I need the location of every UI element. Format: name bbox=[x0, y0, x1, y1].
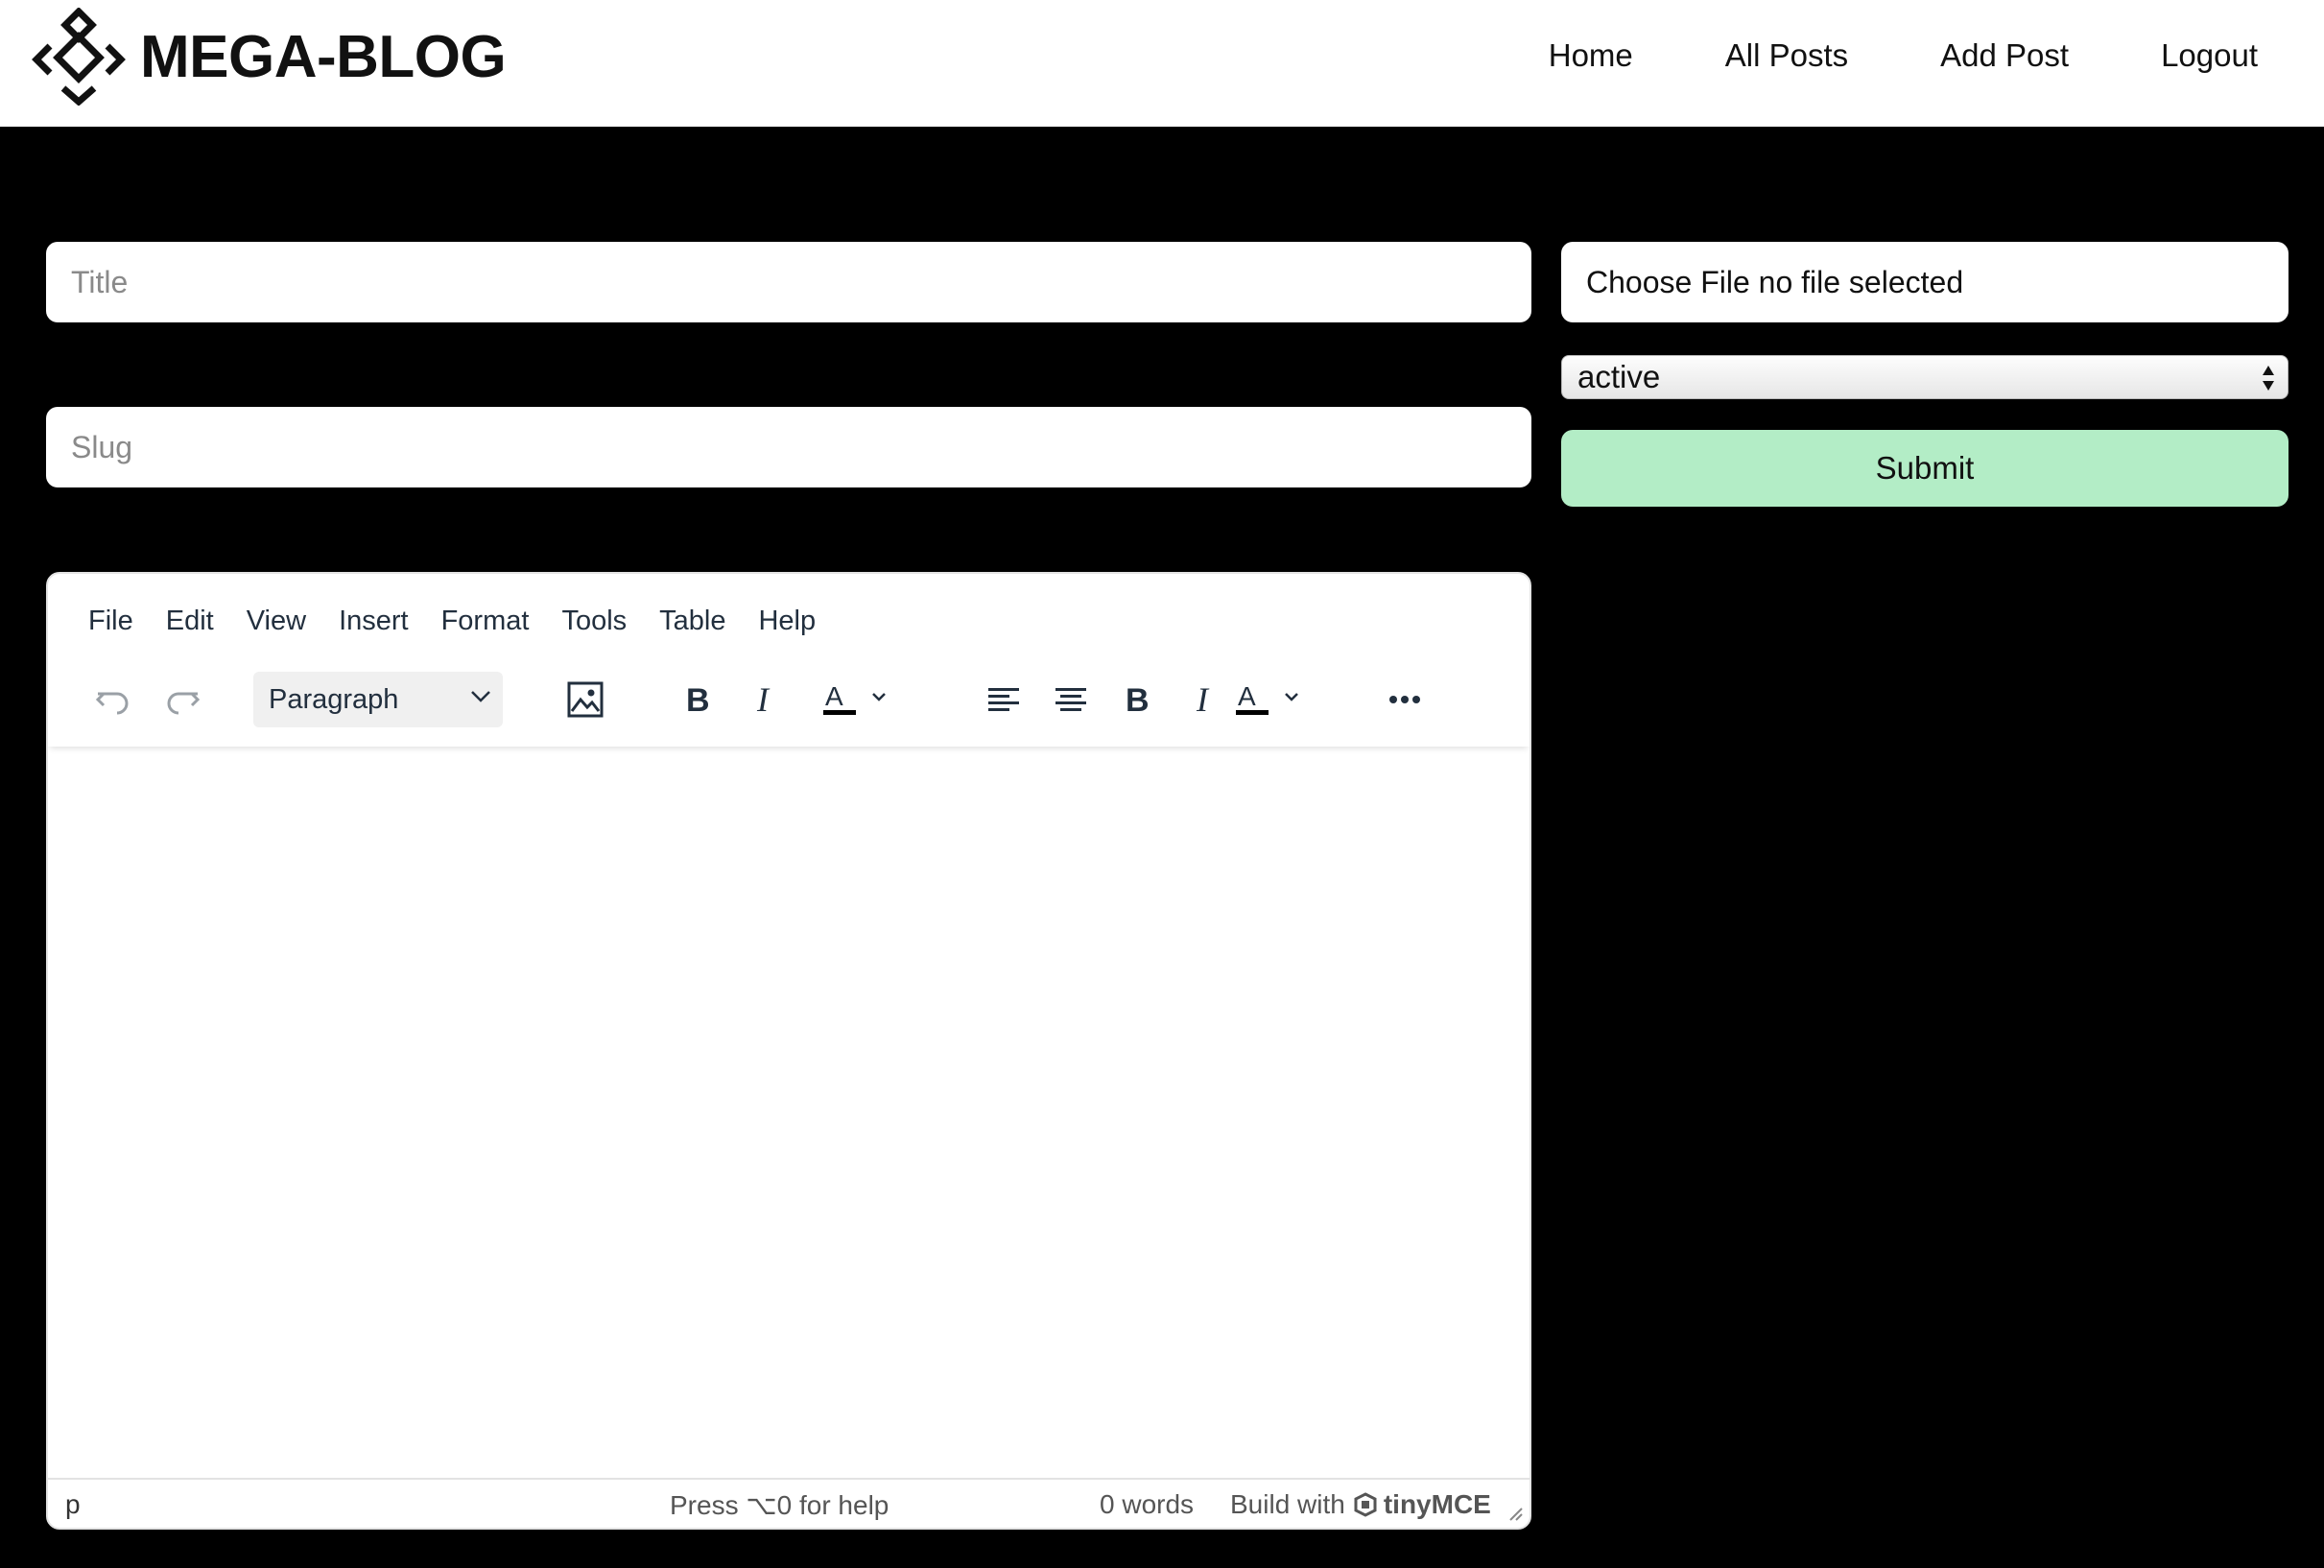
title-input[interactable] bbox=[71, 264, 1531, 300]
block-format-select[interactable]: Paragraph bbox=[253, 672, 503, 727]
submit-button[interactable]: Submit bbox=[1561, 430, 2288, 507]
svg-text:A: A bbox=[825, 681, 843, 711]
italic-icon: I bbox=[756, 682, 771, 717]
file-input-label: Choose File no file selected bbox=[1586, 264, 1964, 299]
text-color-button-2[interactable]: A bbox=[1219, 668, 1318, 731]
file-input[interactable]: Choose File no file selected bbox=[1561, 242, 2288, 322]
nav-add-post[interactable]: Add Post bbox=[1940, 37, 2069, 74]
svg-text:I: I bbox=[1196, 682, 1210, 717]
word-count[interactable]: 0 words bbox=[1100, 1489, 1194, 1520]
align-center-icon bbox=[1055, 688, 1086, 711]
align-left-button[interactable] bbox=[973, 668, 1034, 731]
slug-input[interactable] bbox=[71, 429, 1531, 465]
logo-text: MEGA-BLOG bbox=[140, 23, 507, 90]
nav-logout[interactable]: Logout bbox=[2161, 37, 2258, 74]
status-select-value: active bbox=[1577, 359, 1661, 394]
bold-icon: B bbox=[686, 682, 710, 717]
tinymce-branding[interactable]: Build with tinyMCE bbox=[1230, 1489, 1491, 1520]
menu-help[interactable]: Help bbox=[758, 606, 816, 637]
italic-icon: I bbox=[1196, 682, 1210, 717]
redo-button[interactable] bbox=[152, 668, 213, 731]
align-left-icon bbox=[988, 688, 1019, 711]
undo-button[interactable] bbox=[83, 668, 144, 731]
svg-text:B: B bbox=[686, 682, 710, 717]
nav-all-posts[interactable]: All Posts bbox=[1725, 37, 1848, 74]
text-color-button[interactable]: A bbox=[806, 668, 906, 731]
insert-image-button[interactable] bbox=[555, 668, 616, 731]
menu-insert[interactable]: Insert bbox=[339, 606, 409, 637]
bold-icon: B bbox=[1126, 682, 1150, 717]
more-icon bbox=[1389, 696, 1420, 703]
more-button[interactable] bbox=[1374, 668, 1435, 731]
branding-name: tinyMCE bbox=[1383, 1489, 1491, 1519]
main-nav: Home All Posts Add Post Logout bbox=[1549, 0, 2324, 111]
redo-icon bbox=[167, 692, 201, 715]
italic-button[interactable]: I bbox=[735, 668, 796, 731]
bold-button-2[interactable]: B bbox=[1107, 668, 1169, 731]
menu-view[interactable]: View bbox=[247, 606, 306, 637]
chevron-down-icon bbox=[471, 691, 490, 702]
logo-icon bbox=[32, 8, 126, 106]
site-header: MEGA-BLOG Home All Posts Add Post Logout bbox=[0, 0, 2324, 127]
undo-icon bbox=[95, 692, 129, 715]
editor-content-area[interactable] bbox=[48, 747, 1530, 1478]
menu-tools[interactable]: Tools bbox=[561, 606, 627, 637]
bold-button[interactable]: B bbox=[668, 668, 729, 731]
block-format-value: Paragraph bbox=[269, 683, 399, 715]
menu-format[interactable]: Format bbox=[441, 606, 530, 637]
editor-toolbar: Paragraph B I A B I A bbox=[48, 668, 1530, 747]
svg-text:A: A bbox=[1238, 681, 1256, 711]
menu-table[interactable]: Table bbox=[659, 606, 725, 637]
status-select[interactable]: active bbox=[1561, 355, 2288, 399]
slug-field bbox=[46, 407, 1531, 487]
text-color-icon: A bbox=[823, 681, 886, 715]
image-icon bbox=[567, 681, 604, 718]
nav-home[interactable]: Home bbox=[1549, 37, 1633, 74]
svg-text:I: I bbox=[756, 682, 771, 717]
editor-statusbar: p Press ⌥0 for help 0 words Build with t… bbox=[48, 1478, 1530, 1528]
select-arrows-icon bbox=[2263, 366, 2274, 391]
title-field bbox=[46, 242, 1531, 322]
menu-edit[interactable]: Edit bbox=[166, 606, 214, 637]
resize-handle-icon[interactable] bbox=[1506, 1505, 1524, 1522]
branding-prefix: Build with bbox=[1230, 1489, 1345, 1519]
svg-text:B: B bbox=[1126, 682, 1150, 717]
tinymce-logo-icon bbox=[1354, 1492, 1377, 1517]
element-path[interactable]: p bbox=[65, 1489, 81, 1520]
help-hint: Press ⌥0 for help bbox=[670, 1490, 889, 1520]
menu-file[interactable]: File bbox=[88, 606, 133, 637]
editor-menubar: File Edit View Insert Format Tools Table… bbox=[48, 574, 1530, 668]
logo[interactable]: MEGA-BLOG bbox=[29, 8, 507, 106]
text-color-icon: A bbox=[1236, 681, 1298, 715]
rich-text-editor: File Edit View Insert Format Tools Table… bbox=[46, 572, 1531, 1530]
align-center-button[interactable] bbox=[1040, 668, 1102, 731]
